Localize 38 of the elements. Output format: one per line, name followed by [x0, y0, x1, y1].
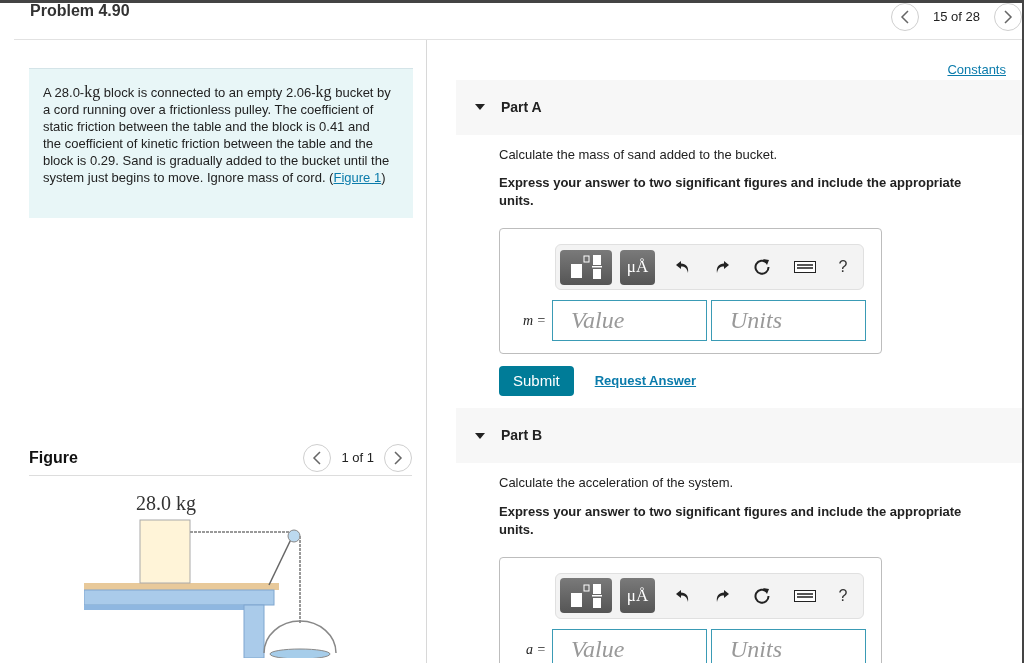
problem-title: Problem 4.90	[30, 3, 130, 19]
value-field[interactable]: Value	[552, 300, 707, 341]
part-header[interactable]: Part B	[456, 408, 1022, 463]
mass-label: 28.0 kg	[136, 492, 196, 514]
instruction-text: Express your answer to two significant figures and include the appropriate units.	[499, 502, 963, 539]
template-button[interactable]	[560, 578, 612, 613]
problem-counter: 15 of 28	[933, 8, 980, 27]
reset-icon[interactable]	[752, 258, 771, 276]
problem-statement: A 28.0-kg block is connected to an empty 2.06-kg bucket by a cord running over a frictionless pulley. The coefficient of static friction between the table and the block is 0.41 and the coefficient of kinetic friction between the table and the block is 0.29. Sand is gradually added to the bucket until the system just begins to move. Ignore mass of cord. (Figure 1)	[29, 68, 413, 218]
part-title: Part A	[501, 97, 542, 117]
reset-icon[interactable]	[752, 586, 771, 605]
chevron-left-icon	[312, 450, 323, 465]
chevron-left-icon	[900, 10, 910, 24]
instruction-text: Express your answer to two significant figures and include the appropriate units.	[499, 174, 963, 210]
figure-counter: 1 of 1	[341, 448, 374, 467]
help-button[interactable]: ?	[838, 583, 848, 608]
units-button[interactable]: μÅ	[620, 578, 655, 613]
units-field[interactable]: Units	[711, 628, 866, 663]
units-button[interactable]: μÅ	[620, 249, 655, 285]
chevron-right-icon	[393, 450, 403, 465]
figure-link[interactable]: Figure 1	[333, 170, 382, 185]
submit-button[interactable]: Submit	[499, 366, 574, 396]
question-text: Calculate the acceleration of the system.	[499, 474, 735, 492]
question-text: Calculate the mass of sand added to the bucket.	[499, 145, 779, 164]
units-field[interactable]: Units	[711, 300, 866, 341]
variable-label: m =	[521, 312, 546, 330]
part-title: Part B	[501, 426, 543, 445]
constants-link[interactable]: Constants	[947, 60, 1006, 80]
chevron-right-icon	[1003, 10, 1013, 24]
keyboard-icon[interactable]	[793, 589, 816, 602]
help-button[interactable]: ?	[838, 255, 848, 279]
template-button[interactable]	[560, 249, 612, 285]
figure-title: Figure	[29, 447, 78, 468]
variable-label: a =	[525, 640, 546, 659]
request-answer-link[interactable]: Request Answer	[594, 371, 697, 391]
part-header[interactable]: Part A	[456, 79, 1022, 135]
value-field[interactable]: Value	[552, 628, 707, 663]
keyboard-icon[interactable]	[793, 261, 816, 273]
